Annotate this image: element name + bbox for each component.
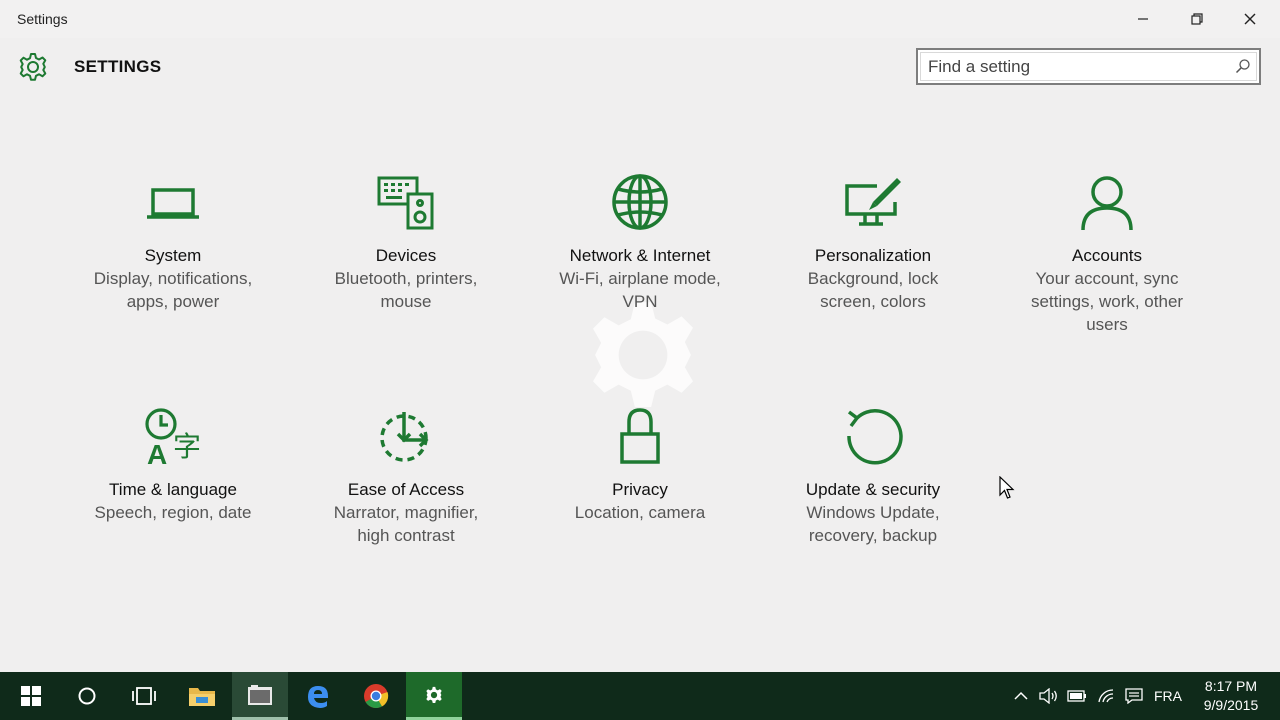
volume-button[interactable] [1038,684,1060,708]
show-hidden-icons-button[interactable] [1012,684,1030,708]
task-view-button[interactable] [116,672,172,720]
action-center-button[interactable] [1123,684,1145,708]
chrome-icon [364,684,389,709]
tile-description: Background, lock screen, colors [807,269,939,311]
tile-name: Ease of Access [347,480,465,499]
tile-description: Your account, sync settings, work, other… [1030,269,1184,334]
edge-icon [308,686,328,708]
globe-icon [612,174,668,230]
start-icon [21,686,41,706]
tile-system[interactable]: System Display, notifications, apps, pow… [73,170,273,313]
close-icon [1244,13,1256,25]
tile-name: Accounts [1072,246,1142,265]
gear-icon [19,53,47,81]
minimize-icon [1138,18,1148,20]
start-button[interactable] [3,672,59,720]
tile-description: Wi-Fi, airplane mode, VPN [559,269,721,311]
network-button[interactable] [1095,684,1117,708]
search-box[interactable] [916,48,1261,85]
page-title: SETTINGS [74,57,162,76]
battery-button[interactable] [1066,684,1088,708]
file-explorer-button[interactable] [174,672,230,720]
tile-description: Speech, region, date [94,503,252,522]
tile-personalization[interactable]: Personalization Background, lock screen,… [773,170,973,313]
file-explorer-icon [189,688,215,706]
restore-button[interactable] [1170,0,1224,38]
tile-name: Time & language [109,480,237,499]
person-icon [1081,176,1133,231]
ease-of-access-icon [380,412,429,462]
window-title: Settings [17,11,68,27]
laptop-icon [147,188,199,219]
tile-name: Privacy [612,480,668,499]
taskbar-clock[interactable]: 8:17 PM 9/9/2015 [1196,677,1266,715]
padlock-icon [620,408,660,464]
mouse-cursor-icon [999,476,1015,499]
tile-description: Bluetooth, printers, mouse [334,269,478,311]
tile-name: Update & security [805,480,941,499]
search-circle-icon [78,687,96,705]
taskbar-app-button[interactable] [232,672,288,720]
taskbar: FRA 8:17 PM 9/9/2015 [0,672,1280,720]
svg-text:字: 字 [173,430,201,463]
tile-description: Narrator, magnifier, high contrast [333,503,479,545]
tile-description: Windows Update, recovery, backup [806,503,940,545]
volume-icon [1039,688,1057,704]
tile-name: System [144,246,202,265]
edge-button[interactable] [290,672,346,720]
tile-name: Personalization [814,246,932,265]
app-icon [248,684,272,705]
chrome-button[interactable] [348,672,404,720]
tile-description: Location, camera [574,503,706,522]
tile-accounts[interactable]: Accounts Your account, sync settings, wo… [1007,170,1207,336]
task-view-icon [132,687,156,705]
tile-description: Display, notifications, apps, power [93,269,253,311]
clock-time: 8:17 PM [1204,678,1258,694]
clock-language-icon: A 字 [145,408,201,466]
wifi-icon [1098,689,1114,703]
svg-text:A: A [147,439,167,466]
paintbrush-monitor-icon [845,178,901,226]
tile-ease-of-access[interactable]: Ease of Access Narrator, magnifier, high… [306,404,506,547]
notification-icon [1125,688,1143,704]
tile-name: Network & Internet [569,246,711,265]
search-icon[interactable] [1235,58,1251,74]
minimize-button[interactable] [1116,0,1170,38]
battery-icon [1067,690,1086,702]
close-button[interactable] [1223,0,1277,38]
refresh-icon [847,409,903,465]
settings-gear-icon [426,686,442,703]
tile-privacy[interactable]: Privacy Location, camera [540,404,740,524]
settings-taskbar-button[interactable] [406,672,462,720]
tile-name: Devices [375,246,437,265]
clock-date: 9/9/2015 [1203,697,1259,713]
restore-icon [1191,13,1203,25]
tile-time-language[interactable]: A 字 Time & language Speech, region, date [73,404,273,524]
tile-devices[interactable]: Devices Bluetooth, printers, mouse [306,170,506,313]
tile-update-security[interactable]: Update & security Windows Update, recove… [773,404,973,547]
keyboard-speaker-icon [377,176,434,230]
search-input[interactable] [928,56,1228,78]
title-bar: Settings [0,0,1280,38]
cortana-button[interactable] [59,672,115,720]
chevron-up-icon [1014,691,1028,700]
input-language-button[interactable]: FRA [1150,684,1186,708]
tile-network-internet[interactable]: Network & Internet Wi-Fi, airplane mode,… [540,170,740,313]
